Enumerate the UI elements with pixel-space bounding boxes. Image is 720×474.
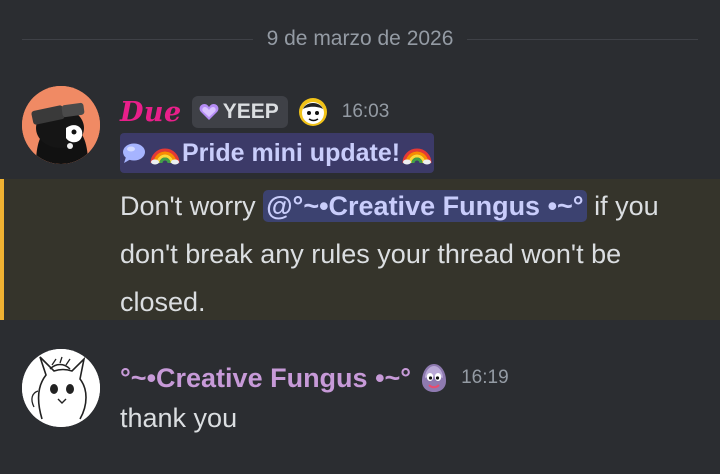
purple-creature-icon[interactable] [421,363,447,393]
avatar-due[interactable] [22,86,100,164]
username-creative-fungus[interactable]: °~•Creative Fungus •~° [120,363,411,394]
pride-update-text: Pride mini update! [182,138,401,167]
clan-tag-label: YEEP [222,100,279,123]
mention-highlight-bar [0,179,4,320]
message-header-due: Due YEEP 16:03 [120,94,389,130]
message-content-fungus: thank you [120,403,238,433]
message-text-before: Don't worry [120,191,264,221]
message-header-fungus: °~•Creative Fungus •~° 16:19 [120,359,509,397]
clan-tag[interactable]: YEEP [191,96,288,128]
pride-update-line: Pride mini update! [120,133,435,173]
rainbow-icon [402,148,432,165]
blob-face-icon[interactable] [298,97,328,127]
username-due[interactable]: Due [120,97,182,128]
date-divider: 9 de marzo de 2026 [22,22,699,56]
message-content-due: Don't worry @°~•Creative Fungus •~° if y… [120,182,690,326]
speech-bubble-icon [123,143,145,163]
user-mention[interactable]: @°~•Creative Fungus •~° [263,190,587,222]
divider-date: 9 de marzo de 2026 [266,27,454,50]
pride-badge[interactable]: Pride mini update! [120,133,435,173]
chat-view: 9 de marzo de 2026 Due YEEP 16:03 Pride … [0,0,720,474]
avatar-fungus-icon [22,349,100,427]
divider-line-right [467,38,699,40]
rainbow-icon [150,148,180,165]
divider-line-left [22,38,253,40]
avatar-due-icon [22,86,100,164]
purple-heart-icon [199,104,219,120]
timestamp-due[interactable]: 16:03 [342,101,390,123]
avatar-creative-fungus[interactable] [22,349,100,427]
timestamp-fungus[interactable]: 16:19 [461,367,509,389]
